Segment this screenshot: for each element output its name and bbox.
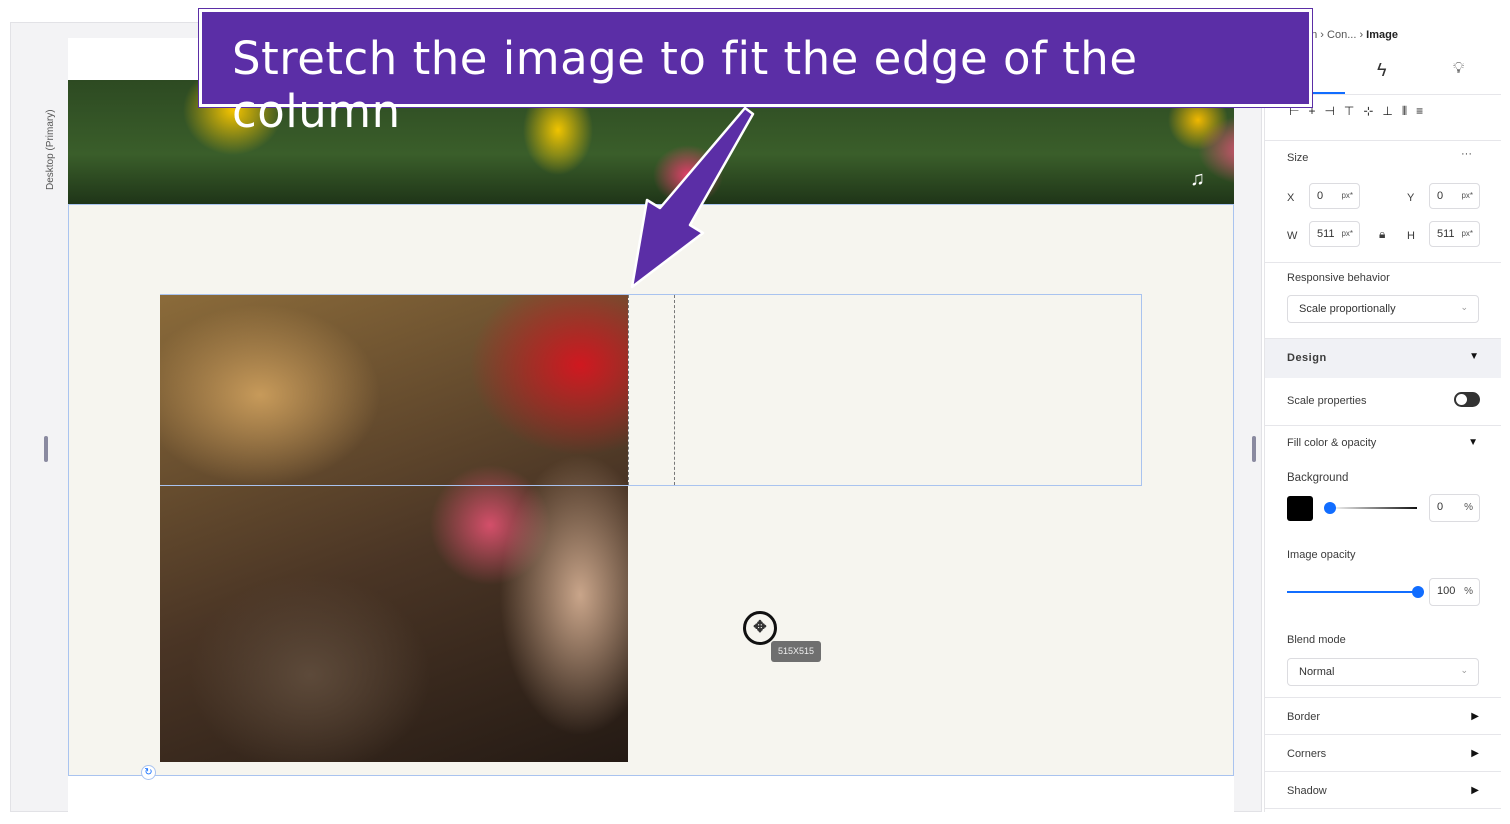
- lightbulb-icon[interactable]: 💡︎: [1453, 60, 1464, 78]
- design-header[interactable]: Design ▼: [1265, 338, 1501, 378]
- background-color-swatch[interactable]: [1287, 496, 1313, 521]
- viewport-label[interactable]: Desktop (Primary): [40, 80, 60, 200]
- left-resize-handle[interactable]: [44, 436, 48, 462]
- scale-properties-label: Scale properties: [1287, 395, 1367, 407]
- responsive-select[interactable]: Scale proportionally ⌄: [1287, 295, 1479, 323]
- unit: px*: [1341, 229, 1353, 238]
- unit: px*: [1341, 191, 1353, 200]
- callout-banner: Stretch the image to fit the edge of the…: [199, 9, 1312, 138]
- corners-section[interactable]: Corners ▶: [1265, 734, 1501, 771]
- background-opacity-field[interactable]: 0%: [1429, 494, 1480, 522]
- selected-image[interactable]: [160, 295, 628, 762]
- y-label: Y: [1407, 192, 1415, 204]
- section-label: Shadow: [1287, 785, 1327, 797]
- image-opacity-value: 100: [1437, 585, 1456, 597]
- border-section[interactable]: Border ▶: [1265, 697, 1501, 734]
- section-label: Corners: [1287, 748, 1327, 760]
- y-field[interactable]: 0 px*: [1429, 183, 1480, 209]
- unit: px*: [1461, 191, 1473, 200]
- section-label: Border: [1287, 711, 1321, 723]
- opacity-value: 0: [1437, 501, 1444, 513]
- lock-icon[interactable]: 🔒︎: [1379, 227, 1385, 242]
- unit: %: [1464, 502, 1473, 513]
- background-label: Background: [1287, 472, 1349, 484]
- image-edge-guide: [628, 295, 629, 485]
- column-bottom-line: [160, 485, 628, 486]
- width-field[interactable]: 511 px*: [1309, 221, 1360, 247]
- move-cursor-icon: ✥: [743, 611, 777, 645]
- responsive-label: Responsive behavior: [1287, 272, 1390, 284]
- responsive-value: Scale proportionally: [1299, 303, 1396, 315]
- y-value: 0: [1437, 190, 1444, 202]
- x-label: X: [1287, 192, 1295, 204]
- image-opacity-label: Image opacity: [1287, 549, 1356, 561]
- size-label: Size: [1287, 152, 1309, 164]
- caret-right-icon: ▶: [1471, 711, 1479, 722]
- inspector-panel: on › Con... › Image ϟ 💡︎ ⊢+⊣⊤⊹⊥⦀≡ Size ·…: [1264, 22, 1501, 812]
- w-value: 511: [1317, 228, 1335, 240]
- breadcrumb: on › Con... › Image: [1305, 29, 1398, 41]
- unit: %: [1464, 586, 1473, 597]
- more-icon[interactable]: ···: [1461, 148, 1472, 160]
- blend-mode-value: Normal: [1299, 666, 1335, 678]
- blend-mode-select[interactable]: Normal ⌄: [1287, 658, 1479, 686]
- column-edge-guide: [674, 295, 675, 485]
- design-label: Design: [1287, 352, 1327, 364]
- h-label: H: [1407, 230, 1415, 242]
- fill-label: Fill color & opacity: [1287, 437, 1377, 449]
- callout-arrow: [630, 106, 755, 289]
- lightning-icon[interactable]: ϟ: [1377, 60, 1387, 81]
- unit: px*: [1461, 229, 1473, 238]
- slider-thumb[interactable]: [1324, 502, 1336, 514]
- caret-right-icon: ▶: [1471, 748, 1479, 759]
- music-icon[interactable]: ♫: [1190, 168, 1205, 191]
- background-opacity-slider[interactable]: [1329, 507, 1417, 509]
- scale-properties-toggle[interactable]: [1454, 392, 1480, 407]
- caret-down-icon: ▼: [1469, 351, 1479, 362]
- chevron-down-icon: ⌄: [1460, 302, 1468, 312]
- rotate-icon[interactable]: ↻: [141, 765, 156, 780]
- h-value: 511: [1437, 228, 1455, 240]
- right-resize-handle[interactable]: [1252, 436, 1256, 462]
- w-label: W: [1287, 230, 1298, 242]
- height-field[interactable]: 511 px*: [1429, 221, 1480, 247]
- x-value: 0: [1317, 190, 1324, 202]
- caret-right-icon: ▶: [1471, 785, 1479, 796]
- chevron-down-icon: ⌄: [1460, 665, 1468, 675]
- size-tooltip: 515X515: [771, 641, 821, 662]
- breadcrumb-current: Image: [1366, 29, 1398, 41]
- blend-mode-label: Blend mode: [1287, 634, 1346, 646]
- x-field[interactable]: 0 px*: [1309, 183, 1360, 209]
- caret-down-icon[interactable]: ▼: [1468, 437, 1478, 448]
- image-opacity-field[interactable]: 100%: [1429, 578, 1480, 606]
- breadcrumb-item[interactable]: Con...: [1327, 29, 1356, 41]
- shadow-section[interactable]: Shadow ▶: [1265, 771, 1501, 809]
- image-opacity-slider[interactable]: [1287, 591, 1417, 593]
- slider-thumb[interactable]: [1412, 586, 1424, 598]
